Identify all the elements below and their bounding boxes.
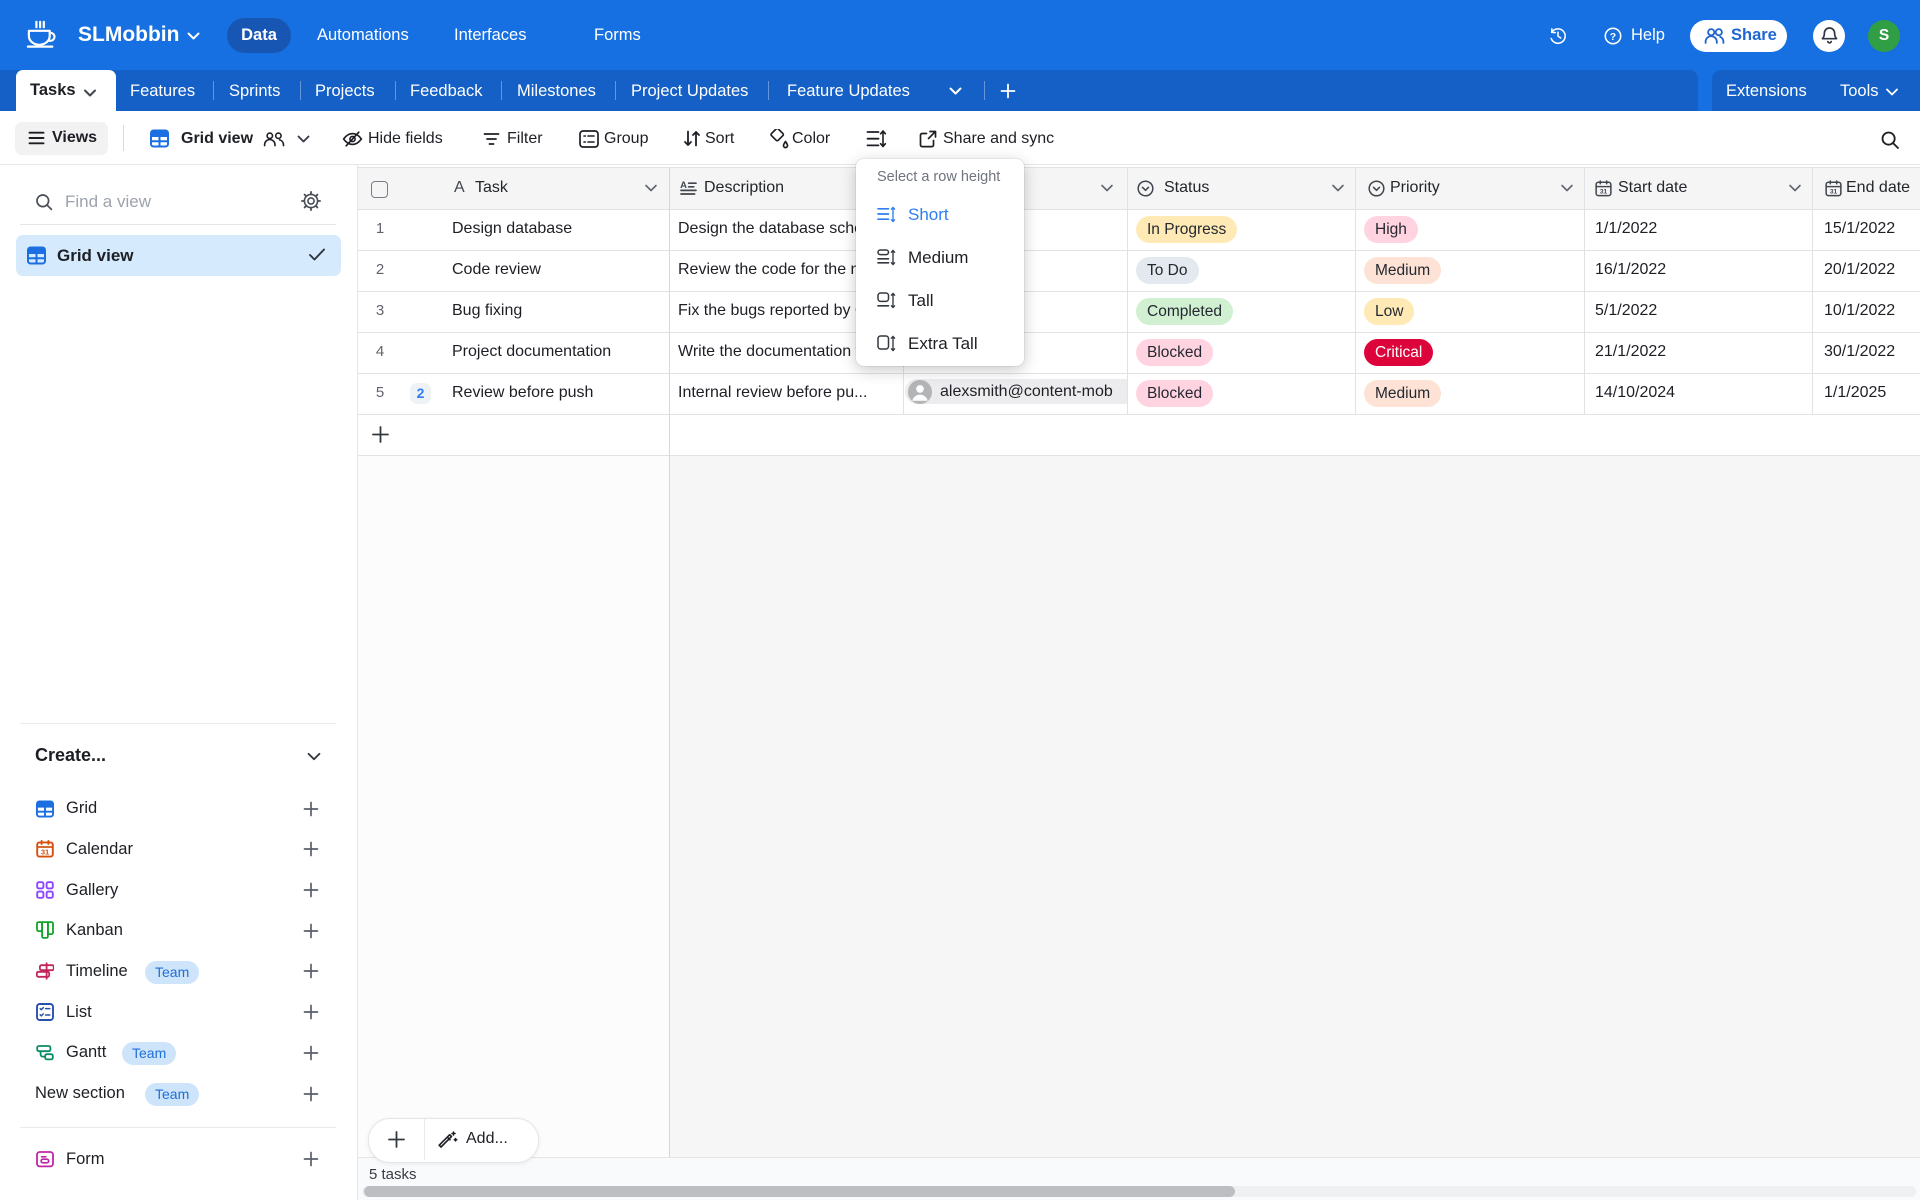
svg-text:31: 31 [41,848,49,857]
svg-text:A: A [680,180,687,191]
svg-text:31: 31 [1830,189,1838,196]
svg-text:31: 31 [1600,189,1608,196]
svg-text:?: ? [1610,31,1616,43]
